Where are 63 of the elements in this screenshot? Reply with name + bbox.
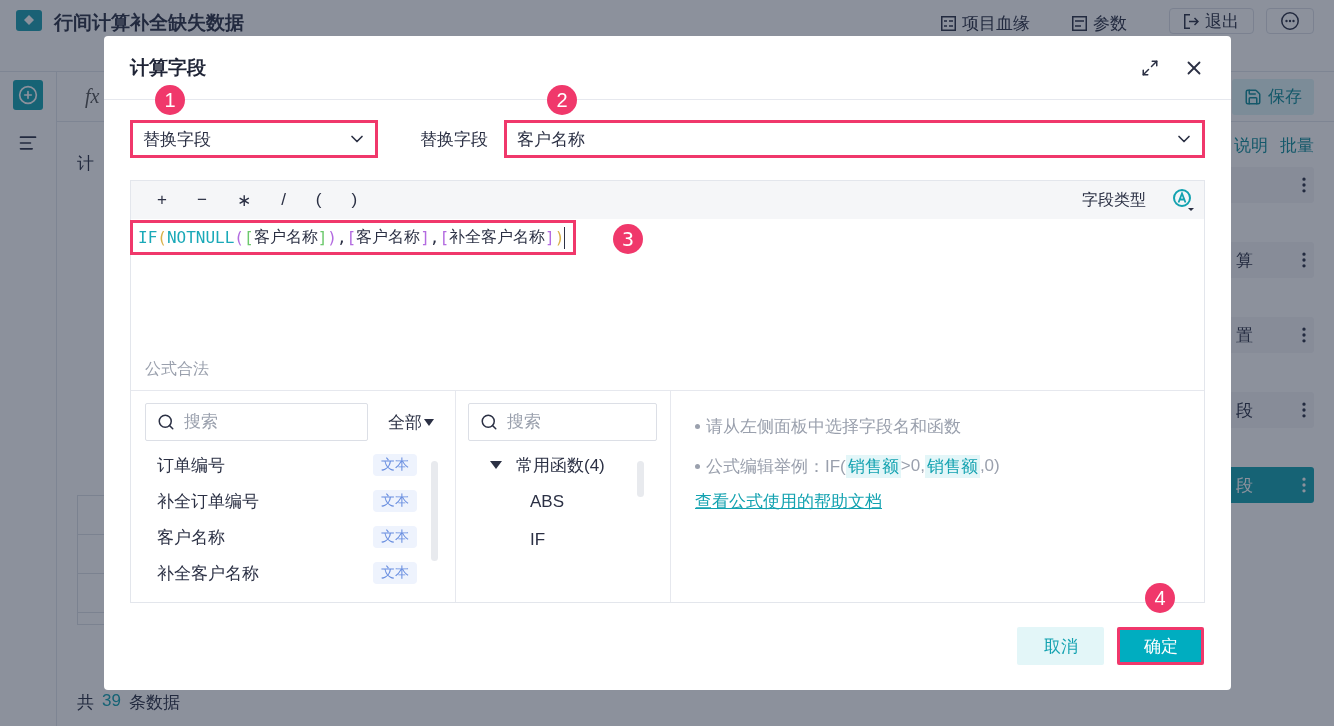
- expand-icon[interactable]: [1141, 58, 1159, 77]
- dialog-title: 计算字段: [130, 55, 207, 80]
- step-label: 段: [1236, 400, 1253, 420]
- field-item[interactable]: 补全客户名称 文本: [145, 555, 417, 591]
- function-item[interactable]: ABS: [468, 483, 630, 521]
- type-filter[interactable]: 全部: [388, 410, 434, 434]
- params-icon: [1072, 16, 1087, 31]
- operator-button[interactable]: −: [194, 190, 209, 210]
- operator-button[interactable]: ): [349, 190, 360, 210]
- lineage-icon: [941, 16, 956, 31]
- callout-badge: 2: [547, 85, 577, 115]
- search-icon: [480, 413, 498, 431]
- bullet-icon: [695, 423, 700, 429]
- footer-text: 共: [77, 692, 94, 714]
- function-group[interactable]: 常用函数(4): [468, 447, 630, 483]
- type-tag: 文本: [373, 526, 417, 548]
- more-icon: [1281, 12, 1299, 30]
- text-cursor: [564, 226, 566, 249]
- hint-text: 公式编辑举例：IF(销售额>0,销售额,0): [695, 446, 1184, 486]
- operator-button[interactable]: ∗: [234, 189, 254, 211]
- header-link-label[interactable]: 参数: [1093, 12, 1127, 35]
- header-link[interactable]: 参数: [1072, 12, 1127, 35]
- field-label: 替换字段: [420, 128, 488, 151]
- type-tag: 文本: [373, 490, 417, 512]
- field-search[interactable]: 搜索: [145, 403, 368, 441]
- project-title: 行间计算补全缺失数据: [54, 11, 245, 35]
- type-tag: 文本: [373, 562, 417, 584]
- step-label: 算: [1236, 250, 1253, 270]
- operator-button[interactable]: +: [155, 190, 169, 210]
- caret-icon: [424, 418, 434, 426]
- save-icon: [1244, 87, 1262, 106]
- step-label: 段: [1236, 475, 1253, 495]
- section-label: 计: [77, 153, 95, 175]
- operator-button[interactable]: (: [313, 190, 324, 210]
- function-search[interactable]: 搜索: [468, 403, 657, 441]
- font-type-icon[interactable]: [1172, 188, 1194, 212]
- callout-badge: 4: [1145, 583, 1175, 613]
- field-item[interactable]: 订单编号 文本: [145, 447, 417, 483]
- search-icon: [157, 413, 175, 431]
- field-item[interactable]: 客户名称 文本: [145, 519, 417, 555]
- field-type-label: 字段类型: [1082, 189, 1146, 210]
- formula-mark: fx: [85, 85, 100, 108]
- header-link-label[interactable]: 项目血缘: [962, 12, 1030, 35]
- hint-text: 请从左侧面板中选择字段名和函数: [695, 406, 1184, 446]
- row-count: 39: [102, 691, 121, 712]
- triangle-icon: [490, 461, 502, 469]
- step-label: 置: [1236, 325, 1253, 345]
- function-item[interactable]: IF: [468, 521, 630, 559]
- bullet-icon: [695, 463, 700, 469]
- callout-badge: 1: [155, 85, 185, 115]
- field-item[interactable]: 补全订单编号 文本: [145, 483, 417, 519]
- more-button[interactable]: [1266, 8, 1314, 34]
- exit-button[interactable]: 退出: [1169, 8, 1254, 34]
- footer-text: 条数据: [128, 692, 180, 714]
- callout-badge: 3: [613, 224, 643, 254]
- operator-button[interactable]: /: [279, 190, 288, 210]
- exit-icon: [1184, 13, 1199, 29]
- formula-status: 公式合法: [144, 359, 210, 379]
- type-tag: 文本: [373, 454, 417, 476]
- list-icon: [18, 133, 38, 153]
- header-link[interactable]: 项目血缘: [941, 12, 1030, 35]
- app-logo-icon: [16, 8, 42, 32]
- add-icon: [18, 85, 38, 105]
